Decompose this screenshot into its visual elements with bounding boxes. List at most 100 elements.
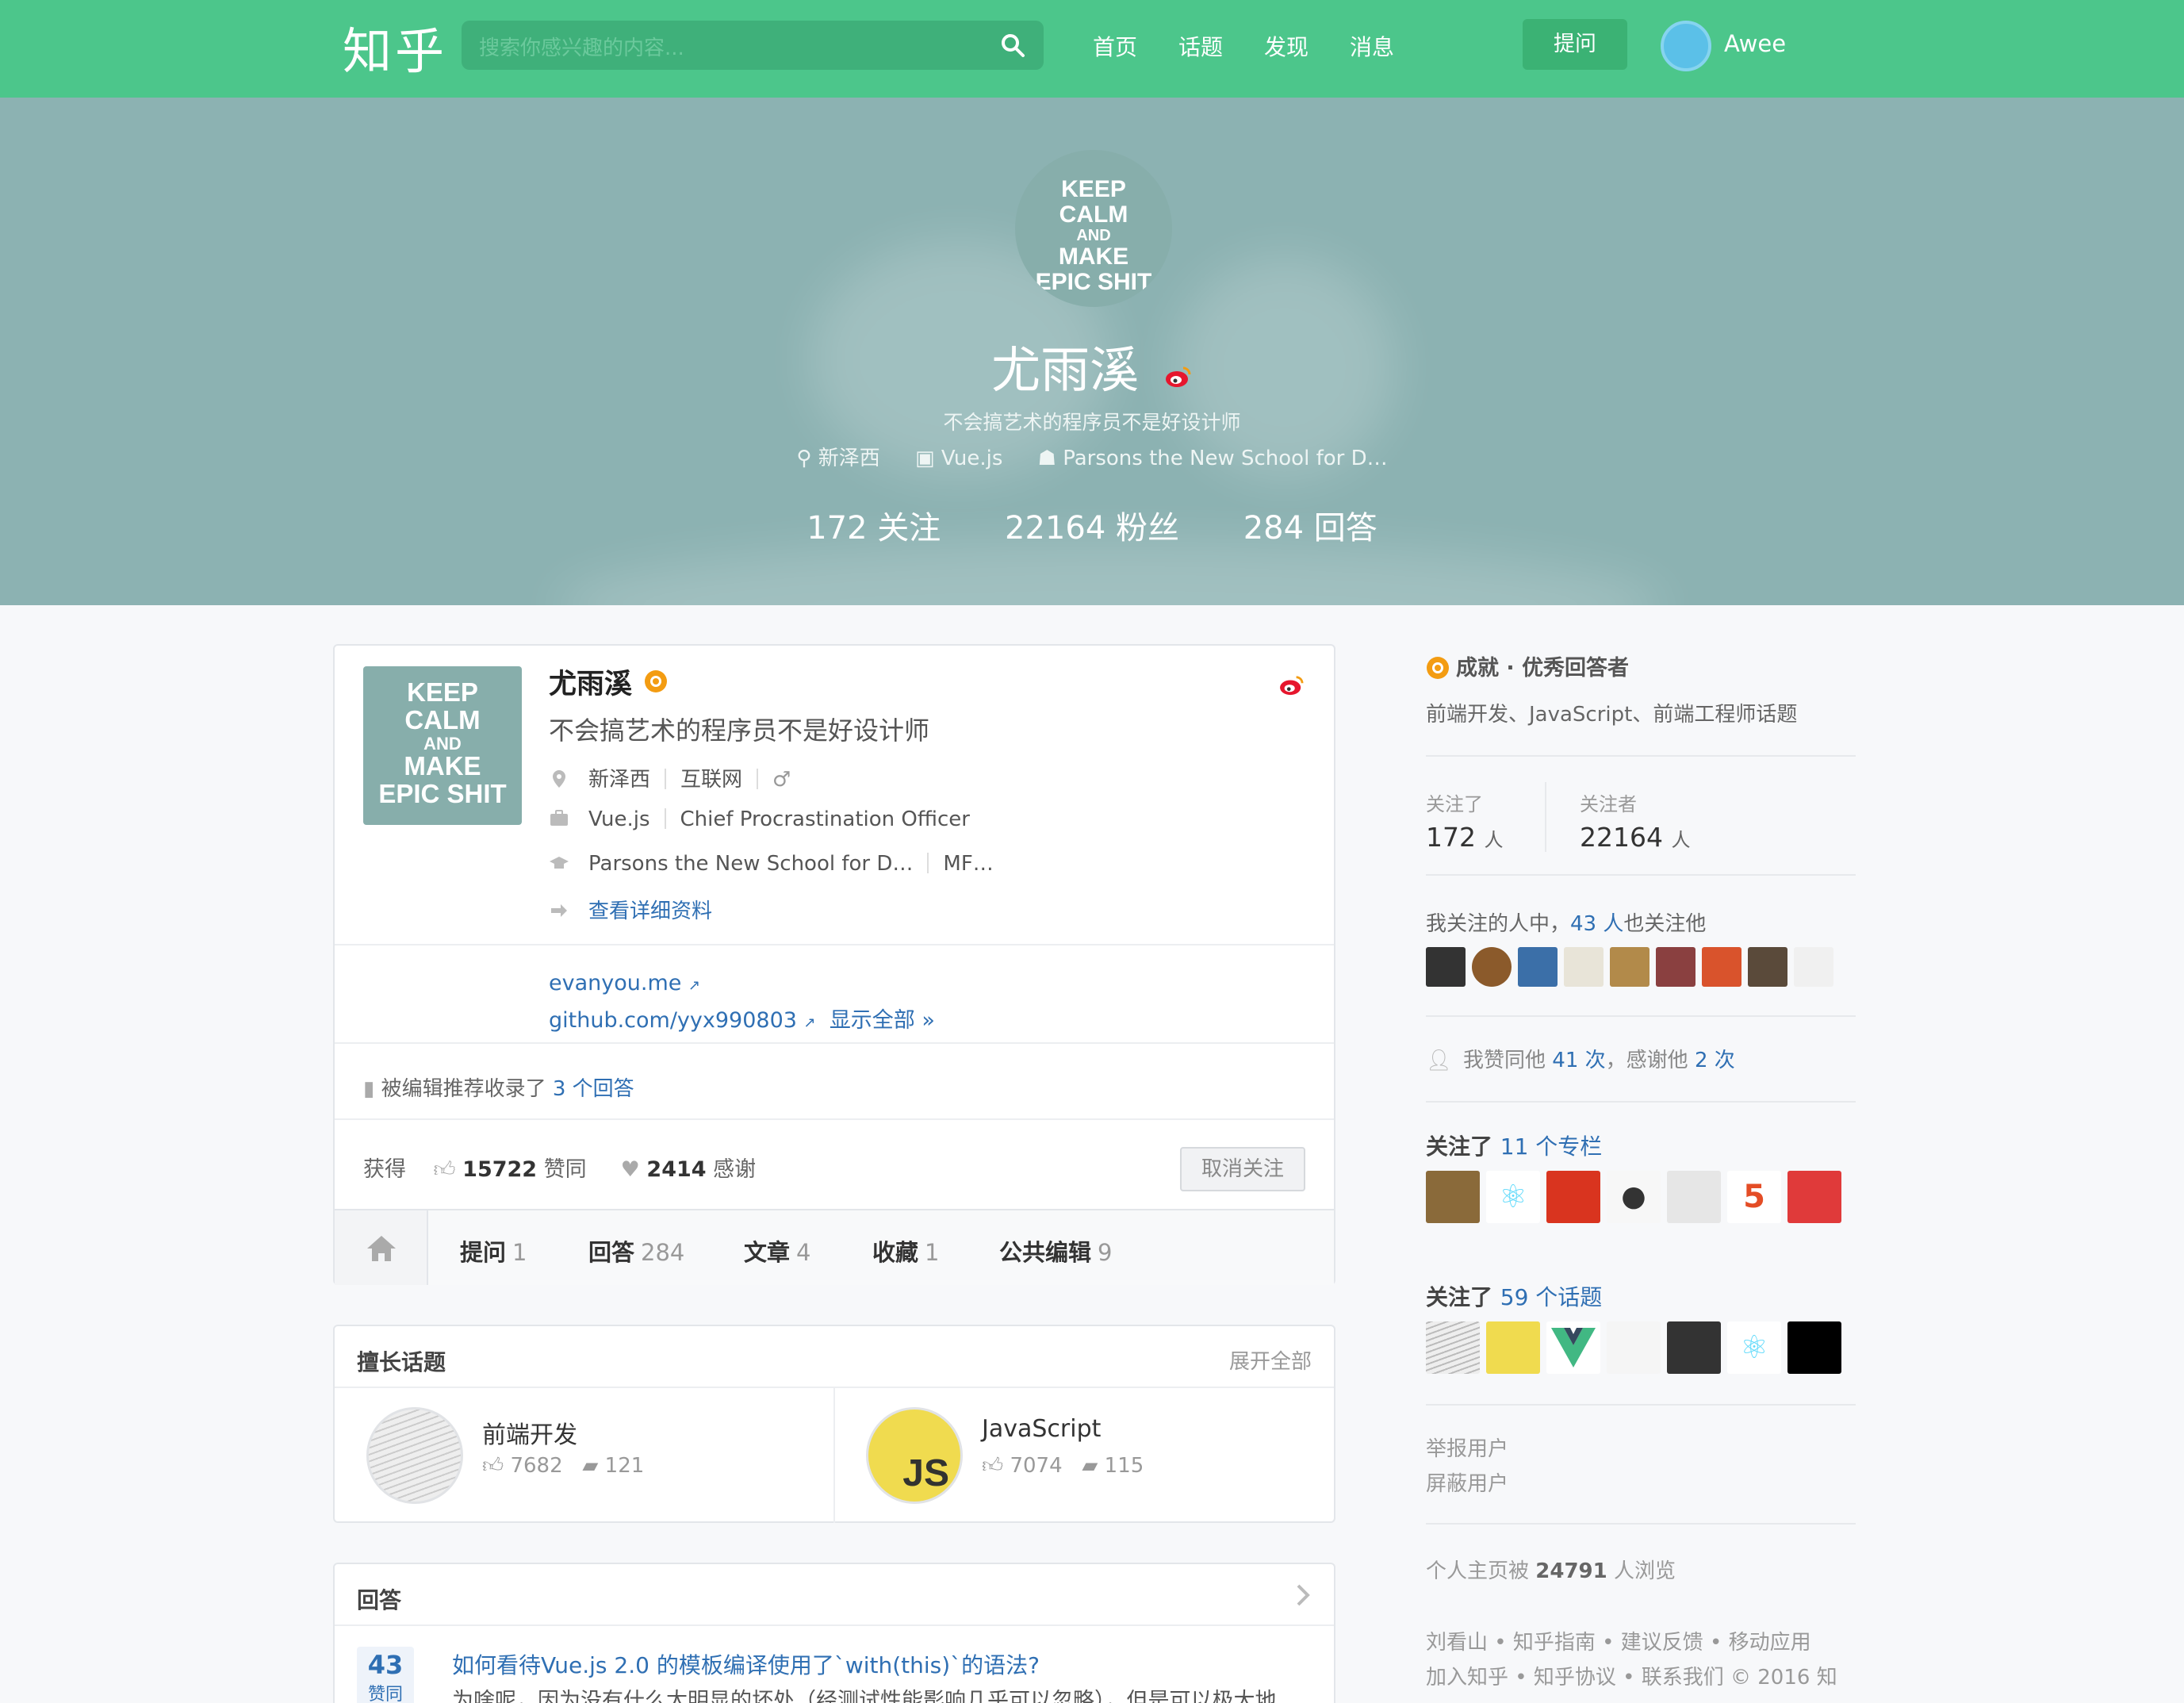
follower-label: 关注者 (1580, 793, 1637, 815)
chevron-right-icon[interactable] (1294, 1583, 1312, 1607)
column-thumb[interactable] (1667, 1171, 1721, 1223)
achievement-topics: 前端开发、JavaScript、前端工程师话题 (1426, 703, 1798, 727)
tab-answers[interactable]: 回答 284 (588, 1234, 684, 1268)
comment-icon: ▰ (1082, 1454, 1098, 1478)
following-count[interactable]: 172 人 (1426, 822, 1504, 853)
school-icon: ☗ (1037, 447, 1056, 470)
avatar[interactable] (1564, 947, 1604, 987)
follower-count[interactable]: 22164 人 (1580, 822, 1690, 853)
hero-following[interactable]: 172 关注 (807, 510, 941, 547)
avatar[interactable] (1794, 947, 1833, 987)
hero-avatar: KEEP CALM AND MAKE EPIC SHIT (1015, 150, 1172, 307)
profile-card: KEEP CALM AND MAKE EPIC SHIT 尤雨溪 不会搞艺术的程… (333, 644, 1335, 1285)
followed-topics-heading: 关注了 59 个话题 (1426, 1284, 1603, 1310)
followed-columns-link[interactable]: 11 个专栏 (1500, 1133, 1603, 1160)
editor-recommend: ▮ 被编辑推荐收录了 3 个回答 (363, 1077, 634, 1101)
frontend-topic-icon (366, 1407, 463, 1504)
thumbs-up-icon: 👍︎ (433, 1157, 456, 1182)
user-avatar[interactable] (1661, 21, 1711, 71)
github-link[interactable]: github.com/yyx990803 (549, 1008, 797, 1033)
profile-company-row: Vue.js Chief Procrastination Officer (549, 807, 970, 831)
footer-links-2[interactable]: 加入知乎 • 知乎协议 • 联系我们 © 2016 知 (1426, 1661, 1837, 1690)
avatar[interactable] (1656, 947, 1695, 987)
nav-messages[interactable]: 消息 (1350, 30, 1394, 62)
nav-topics[interactable]: 话题 (1178, 30, 1223, 62)
expand-all-link[interactable]: 展开全部 (1229, 1345, 1312, 1375)
home-icon (367, 1236, 396, 1261)
search-icon[interactable] (999, 32, 1026, 59)
topic-item[interactable]: 前端开发 👍︎ 7682 ▰ 121 (335, 1387, 834, 1523)
profile-links: evanyou.me ↗ github.com/yyx990803 ↗ 显示全部… (549, 966, 935, 1041)
avatar[interactable] (1472, 947, 1512, 987)
column-thumb[interactable]: ⚛ (1486, 1171, 1540, 1223)
topic-item[interactable]: JS JavaScript 👍︎ 7074 ▰ 115 (834, 1387, 1334, 1523)
hero-followers[interactable]: 22164 粉丝 (1005, 510, 1179, 547)
hero-stats: 172 关注 22164 粉丝 284 回答 (0, 502, 2184, 548)
topic-thumb[interactable] (1486, 1321, 1540, 1374)
avatar[interactable] (1426, 947, 1466, 987)
hero-bio: 不会搞艺术的程序员不是好设计师 (943, 411, 1241, 434)
comment-icon: ▰ (582, 1454, 599, 1478)
answers-card: 回答 43 赞同 如何看待Vue.js 2.0 的模板编译使用了`with(th… (333, 1563, 1335, 1703)
avatar[interactable] (1518, 947, 1558, 987)
profile-views: 个人主页被 24791 人浏览 (1426, 1559, 1676, 1583)
column-thumb[interactable] (1787, 1171, 1841, 1223)
profile-avatar[interactable]: KEEP CALM AND MAKE EPIC SHIT (363, 666, 522, 825)
unfollow-button[interactable]: 取消关注 (1180, 1147, 1305, 1191)
tab-home[interactable] (335, 1210, 428, 1285)
topic-thumb[interactable] (1667, 1321, 1721, 1374)
followed-topics-link[interactable]: 59 个话题 (1500, 1284, 1603, 1310)
answer-excerpt: 为啥呢，因为没有什么太明显的坏处（经测试性能影响几乎可以忽略），但是可以极大地… (452, 1689, 1298, 1703)
hero-answers[interactable]: 284 回答 (1243, 510, 1377, 547)
location-icon (553, 770, 565, 788)
column-thumbnails: ⚛ ● 5 (1426, 1171, 1848, 1223)
profile-tabs: 提问 1 回答 284 文章 4 收藏 1 公共编辑 9 (335, 1209, 1334, 1285)
answer-title-link[interactable]: 如何看待Vue.js 2.0 的模板编译使用了`with(this)`的语法? (452, 1648, 1040, 1680)
briefcase-icon (550, 810, 568, 826)
avatar[interactable] (1748, 947, 1787, 987)
tab-public-edits[interactable]: 公共编辑 9 (999, 1234, 1112, 1268)
column-thumb[interactable] (1546, 1171, 1600, 1223)
thumbs-up-icon: 👍︎ (982, 1454, 1004, 1478)
avatar[interactable] (1702, 947, 1741, 987)
achievement-badge-icon[interactable] (644, 669, 668, 693)
weibo-icon[interactable] (1164, 365, 1193, 389)
ask-button[interactable]: 提问 (1523, 19, 1627, 70)
nav-home[interactable]: 首页 (1093, 30, 1137, 62)
show-all-link[interactable]: 显示全部 » (830, 1008, 935, 1033)
avatar[interactable] (1610, 947, 1649, 987)
website-link[interactable]: evanyou.me (549, 971, 681, 995)
topic-thumb[interactable] (1546, 1321, 1600, 1374)
column-thumb[interactable] (1426, 1171, 1480, 1223)
nav-explore[interactable]: 发现 (1264, 30, 1308, 62)
followed-columns-heading: 关注了 11 个专栏 (1426, 1133, 1603, 1160)
user-name[interactable]: Awee (1724, 30, 1786, 57)
tab-articles[interactable]: 文章 4 (744, 1234, 810, 1268)
answer-vote-box[interactable]: 43 赞同 (357, 1647, 414, 1703)
topic-thumb[interactable]: ⚛ (1727, 1321, 1781, 1374)
gender-icon: ♂ (772, 768, 791, 792)
column-thumb[interactable]: ● (1607, 1171, 1661, 1223)
expert-topics-title: 擅长话题 (357, 1349, 446, 1375)
heart-icon: ♥ (620, 1157, 640, 1182)
block-user-link[interactable]: 屏蔽用户 (1426, 1467, 1508, 1497)
mutual-followers-link[interactable]: 43 人 (1570, 912, 1623, 936)
topic-thumb[interactable] (1607, 1321, 1661, 1374)
column-thumb[interactable]: 5 (1727, 1171, 1781, 1223)
external-link-icon: ↗ (688, 977, 701, 994)
topic-thumb[interactable] (1426, 1321, 1480, 1374)
footer-links-1[interactable]: 刘看山 • 知乎指南 • 建议反馈 • 移动应用 (1426, 1626, 1811, 1655)
editor-recommend-link[interactable]: 3 个回答 (553, 1077, 634, 1101)
search-input[interactable]: 搜索你感兴趣的内容... (462, 21, 1044, 70)
details-row: 查看详细资料 (549, 895, 712, 924)
view-details-link[interactable]: 查看详细资料 (588, 899, 712, 923)
report-user-link[interactable]: 举报用户 (1426, 1433, 1508, 1462)
zhihu-logo[interactable]: 知乎 (343, 11, 447, 82)
tab-collections[interactable]: 收藏 1 (872, 1234, 939, 1268)
user-check-icon: 👤︎ (1426, 1049, 1453, 1072)
topic-thumb[interactable] (1787, 1321, 1841, 1374)
weibo-icon[interactable] (1278, 674, 1305, 696)
tab-questions[interactable]: 提问 1 (460, 1234, 527, 1268)
profile-education-row: Parsons the New School for D… MF… (549, 852, 994, 876)
achievement-badge-icon (1427, 657, 1449, 679)
